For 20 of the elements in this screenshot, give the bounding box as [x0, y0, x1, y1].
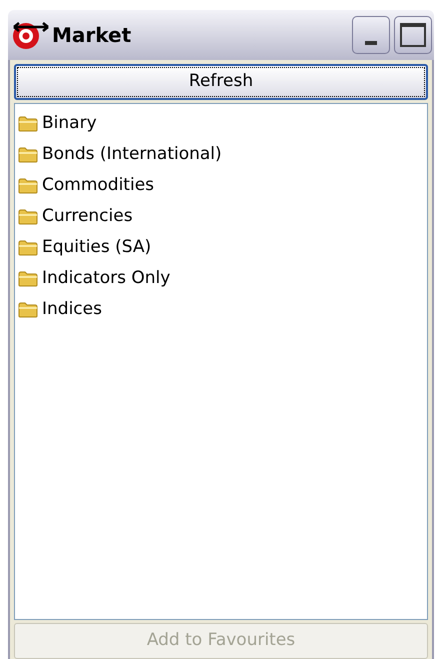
- folder-icon: [18, 146, 38, 162]
- folder-icon: [18, 116, 38, 132]
- tree-item[interactable]: Currencies: [42, 204, 133, 230]
- tree-item[interactable]: Indices: [42, 296, 102, 322]
- folder-icon: [18, 240, 38, 256]
- tree-item[interactable]: Binary: [42, 110, 97, 136]
- refresh-button[interactable]: Refresh: [14, 64, 428, 100]
- folder-icon: [18, 270, 38, 286]
- tree-item[interactable]: Equities (SA): [42, 234, 152, 260]
- folder-icon: [18, 208, 38, 224]
- maximize-icon: [400, 23, 426, 47]
- window-title: Market: [52, 22, 132, 49]
- minimize-button[interactable]: [352, 16, 390, 54]
- folder-icon: [18, 302, 38, 318]
- folder-icon: [18, 178, 38, 194]
- minimize-icon: [365, 41, 377, 45]
- maximize-button[interactable]: [394, 16, 432, 54]
- tree-item[interactable]: Bonds (International): [42, 142, 222, 168]
- tree-item[interactable]: Indicators Only: [42, 266, 170, 292]
- tree-item[interactable]: Commodities: [42, 172, 154, 198]
